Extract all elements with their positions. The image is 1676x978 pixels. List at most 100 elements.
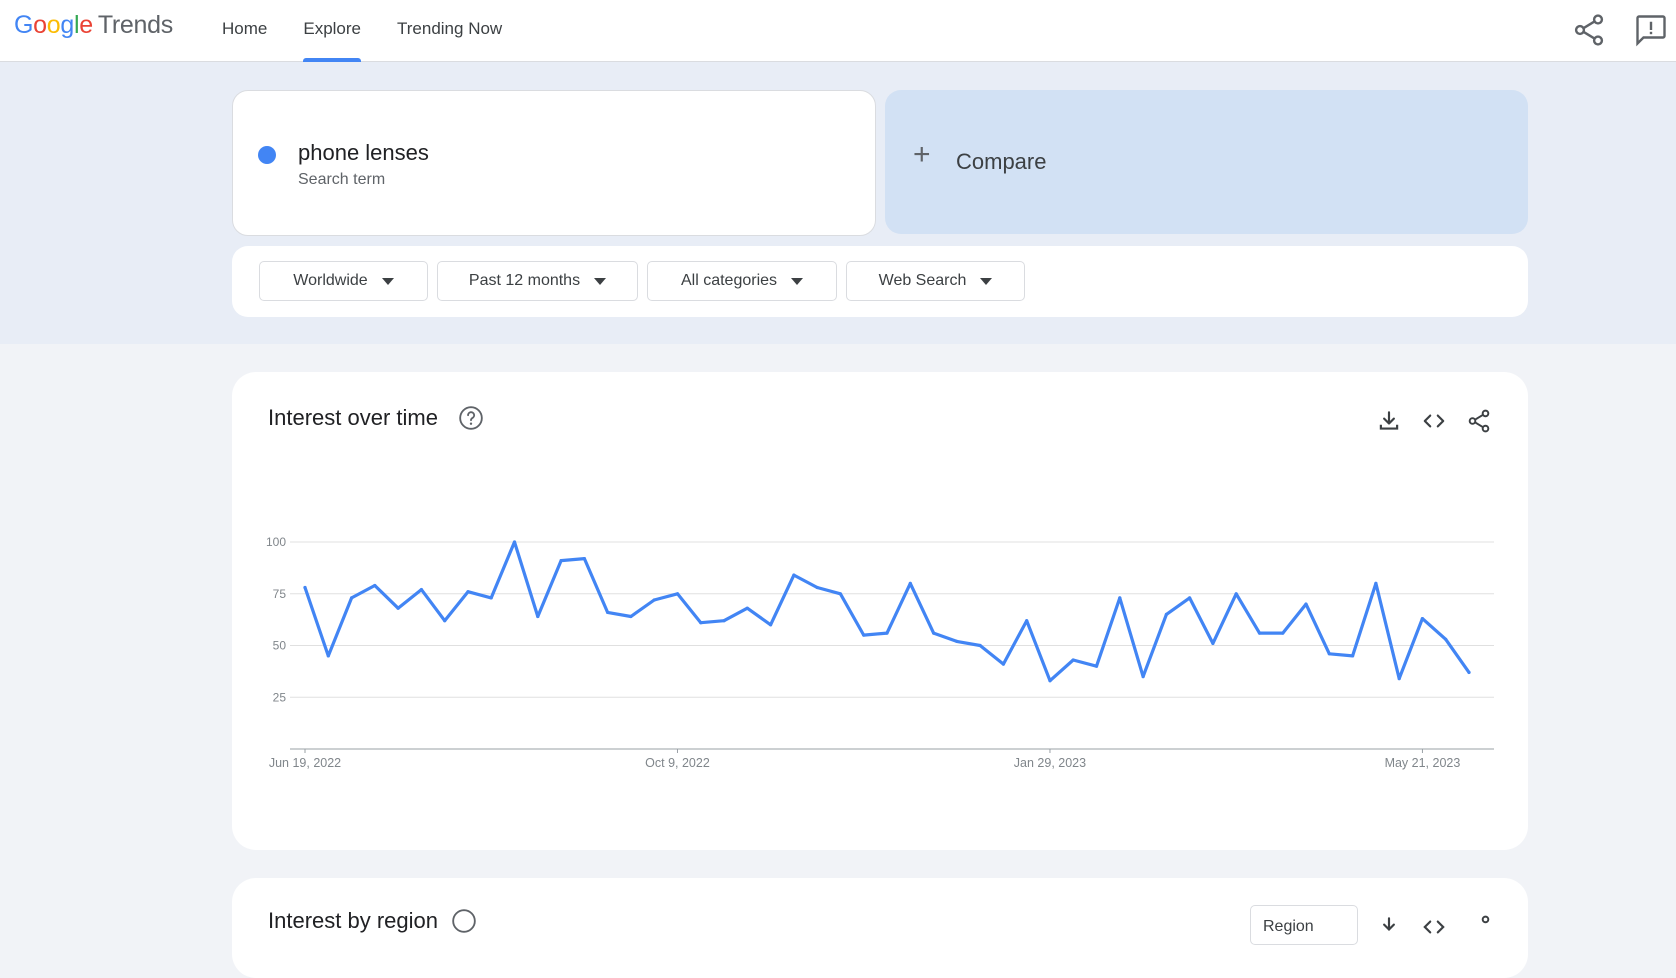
logo-letter: o bbox=[46, 11, 61, 39]
data-point bbox=[745, 606, 749, 610]
data-point bbox=[1141, 675, 1145, 679]
interest-over-time-chart: 25 50 75 100 Jun 19, 2022 Oct 9, 2022 Jan 29,… bbox=[266, 535, 1494, 770]
data-point bbox=[675, 592, 680, 596]
y-tick-label: 100 bbox=[266, 535, 286, 549]
data-point bbox=[559, 559, 563, 563]
search-term-type: Search term bbox=[298, 171, 386, 188]
search-property-label: Web Search bbox=[878, 272, 967, 289]
filters-bar: Worldwide Past 12 months All categories … bbox=[232, 246, 1528, 317]
help-icon[interactable] bbox=[458, 405, 484, 431]
data-point bbox=[955, 639, 959, 643]
time-filter-label: Past 12 months bbox=[468, 272, 581, 289]
data-point bbox=[536, 614, 540, 619]
download-icon[interactable] bbox=[1376, 408, 1402, 434]
data-point bbox=[885, 631, 889, 635]
data-point bbox=[978, 643, 982, 648]
embed-icon[interactable] bbox=[1421, 408, 1447, 434]
data-point bbox=[1304, 602, 1308, 606]
data-point bbox=[466, 590, 470, 594]
time-filter[interactable]: Past 12 months bbox=[437, 261, 638, 301]
category-filter-label: All categories bbox=[680, 272, 778, 289]
data-point bbox=[419, 588, 423, 592]
interest-by-region-card: Interest by region Region bbox=[232, 878, 1528, 978]
data-point bbox=[652, 598, 656, 602]
region-filter[interactable]: Worldwide bbox=[259, 261, 428, 301]
data-point bbox=[769, 623, 773, 627]
search-term[interactable]: phone lenses bbox=[298, 140, 429, 166]
logo-letter: o bbox=[33, 11, 47, 39]
data-point bbox=[303, 585, 307, 590]
data-point bbox=[1164, 612, 1168, 616]
chart-gridlines bbox=[290, 541, 1494, 750]
y-tick-label: 25 bbox=[273, 690, 287, 704]
nav-home[interactable]: Home bbox=[222, 0, 267, 62]
data-point bbox=[932, 631, 936, 635]
download-icon[interactable] bbox=[1376, 914, 1402, 940]
x-tick-label: Jun 19, 2022 bbox=[269, 756, 341, 770]
dropdown-arrow-icon bbox=[791, 277, 804, 285]
data-point bbox=[815, 585, 819, 590]
category-filter[interactable]: All categories bbox=[647, 261, 837, 301]
plus-icon: + bbox=[913, 138, 931, 171]
data-point bbox=[582, 557, 586, 561]
help-icon[interactable] bbox=[451, 908, 477, 934]
data-point bbox=[1420, 617, 1424, 621]
region-filter-label: Worldwide bbox=[293, 272, 368, 289]
series-line-phone-lenses bbox=[303, 540, 1471, 683]
top-bar: Google Trends Home Explore Trending Now bbox=[0, 0, 1676, 62]
data-point bbox=[862, 633, 866, 637]
data-point bbox=[908, 581, 912, 585]
interest-over-time-title: Interest over time bbox=[268, 405, 438, 430]
google-trends-logo[interactable]: Google Trends bbox=[14, 11, 173, 40]
data-point bbox=[1351, 654, 1355, 658]
data-point bbox=[1397, 677, 1401, 681]
nav-trending-now[interactable]: Trending Now bbox=[397, 0, 502, 62]
share-icon[interactable] bbox=[1466, 408, 1492, 434]
data-point bbox=[1025, 619, 1029, 623]
share-icon[interactable] bbox=[1571, 12, 1607, 48]
data-point bbox=[699, 621, 703, 625]
search-property-filter[interactable]: Web Search bbox=[846, 261, 1025, 301]
data-point bbox=[373, 583, 377, 588]
search-term-card[interactable]: phone lenses Search term bbox=[232, 90, 876, 236]
region-resolution-select[interactable]: Region bbox=[1250, 905, 1358, 945]
data-point bbox=[1094, 664, 1099, 668]
data-point bbox=[1071, 658, 1075, 662]
embed-icon[interactable] bbox=[1421, 914, 1447, 940]
logo-letter: e bbox=[79, 11, 93, 39]
share-icon[interactable] bbox=[1466, 914, 1492, 940]
dropdown-arrow-icon bbox=[980, 277, 993, 285]
chart-y-ticks: 25 50 75 100 bbox=[266, 535, 286, 704]
x-tick-label: Oct 9, 2022 bbox=[645, 756, 710, 770]
data-point bbox=[489, 596, 493, 600]
chart-x-ticks: Jun 19, 2022 Oct 9, 2022 Jan 29, 2023 May 2… bbox=[269, 749, 1461, 770]
data-point bbox=[326, 654, 330, 658]
data-point bbox=[1001, 662, 1006, 666]
data-point bbox=[1374, 581, 1378, 585]
logo-letter: G bbox=[14, 11, 34, 39]
data-point bbox=[1281, 631, 1285, 635]
data-point bbox=[722, 619, 726, 623]
data-point bbox=[512, 540, 517, 544]
data-point bbox=[629, 614, 633, 619]
feedback-icon[interactable] bbox=[1633, 12, 1669, 48]
term-color-dot bbox=[258, 146, 276, 164]
data-point bbox=[1257, 631, 1262, 635]
data-point bbox=[606, 610, 610, 614]
interest-by-region-title: Interest by region bbox=[268, 908, 438, 933]
data-point bbox=[1211, 641, 1215, 645]
data-point bbox=[1467, 670, 1471, 674]
nav-explore[interactable]: Explore bbox=[303, 0, 361, 62]
y-tick-label: 50 bbox=[273, 639, 287, 653]
dropdown-arrow-icon bbox=[381, 277, 394, 285]
data-point bbox=[443, 619, 447, 623]
data-point bbox=[1048, 679, 1052, 683]
x-tick-label: May 21, 2023 bbox=[1385, 756, 1461, 770]
logo-letter: g bbox=[60, 11, 74, 39]
compare-button[interactable]: + Compare bbox=[885, 90, 1528, 234]
data-point bbox=[396, 606, 400, 610]
interest-over-time-card: 25 50 75 100 Jun 19, 2022 Oct 9, 2022 Jan 29,… bbox=[232, 372, 1528, 850]
dropdown-arrow-icon bbox=[594, 277, 607, 285]
x-tick-label: Jan 29, 2023 bbox=[1014, 756, 1086, 770]
data-point bbox=[1444, 637, 1448, 641]
